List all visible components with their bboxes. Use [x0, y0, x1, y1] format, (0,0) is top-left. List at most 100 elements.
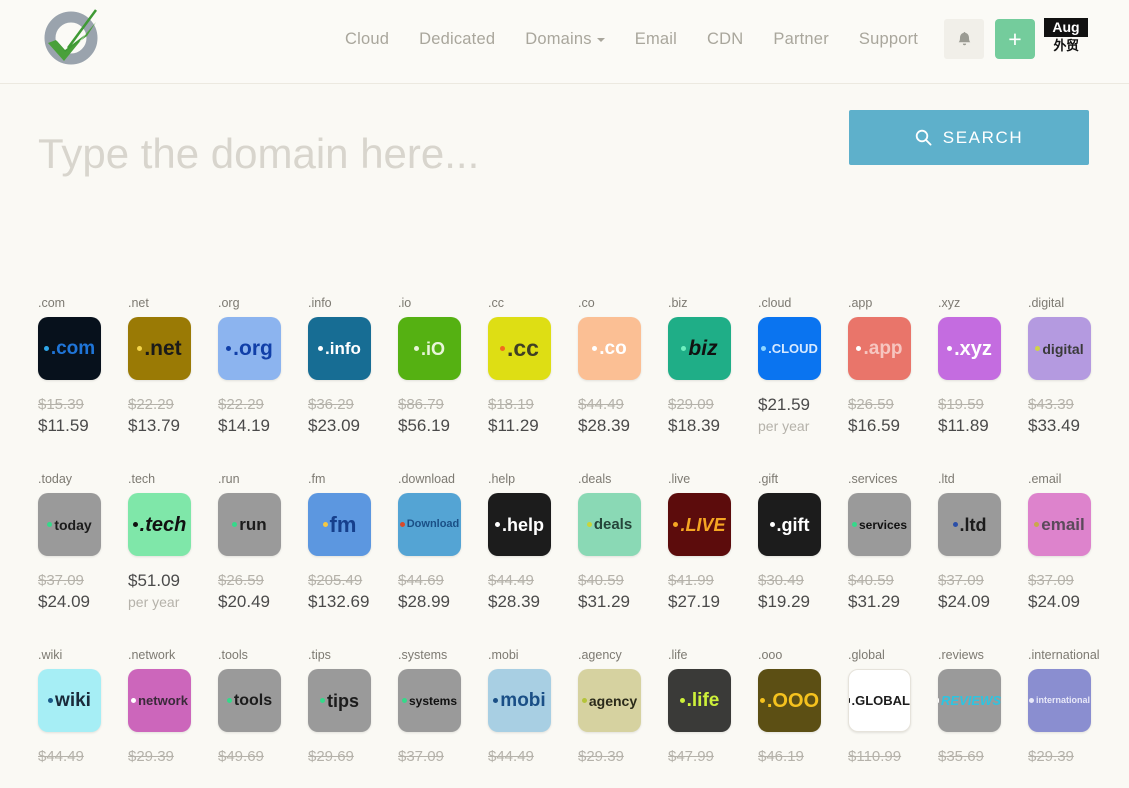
tld-logo-tile[interactable]: deals	[578, 493, 641, 556]
tld-logo-tile[interactable]: .OOO	[758, 669, 821, 732]
nav-item-partner[interactable]: Partner	[758, 26, 844, 52]
tld-prices: $51.09 per year	[128, 570, 218, 610]
tld-card[interactable]: .fm fm $205.49 $132.69	[308, 472, 398, 611]
notifications-button[interactable]	[944, 19, 984, 59]
tld-logo-tile[interactable]: digital	[1028, 317, 1091, 380]
search-input[interactable]	[38, 130, 818, 178]
tld-logo-tile[interactable]: REVIEWS	[938, 669, 1001, 732]
search-button[interactable]: SEARCH	[849, 110, 1089, 165]
tld-new-price: $31.29	[848, 592, 900, 611]
tld-logo-tile[interactable]: .GLOBAL	[848, 669, 911, 732]
tld-card[interactable]: .ltd .ltd $37.09 $24.09	[938, 472, 1028, 611]
tld-logo-tile[interactable]: biz	[668, 317, 731, 380]
tld-new-price: $24.09	[1028, 592, 1080, 611]
tld-card[interactable]: .co .co $44.49 $28.39	[578, 296, 668, 435]
tld-card[interactable]: .today today $37.09 $24.09	[38, 472, 128, 611]
tld-logo-tile[interactable]: wiki	[38, 669, 101, 732]
tld-logo-tile[interactable]: email	[1028, 493, 1091, 556]
tld-logo-tile[interactable]: .org	[218, 317, 281, 380]
tld-card[interactable]: .life .life $47.99	[668, 648, 758, 786]
tld-logo-tile[interactable]: .com	[38, 317, 101, 380]
tld-card[interactable]: .cloud .CLOUD $21.59 per year	[758, 296, 848, 434]
tld-logo-tile[interactable]: tips	[308, 669, 371, 732]
tld-old-price: $26.59	[218, 572, 264, 589]
tld-logo-tile[interactable]: .ltd	[938, 493, 1001, 556]
tld-logo-tile[interactable]: .life	[668, 669, 731, 732]
tld-card[interactable]: .tools tools $49.69	[218, 648, 308, 786]
tld-name: .live	[668, 472, 691, 486]
tld-card[interactable]: .cc .cc $18.19 $11.29	[488, 296, 578, 435]
tld-logo-text: .CLOUD	[768, 341, 818, 356]
tld-card[interactable]: .download Download $44.69 $28.99	[398, 472, 488, 611]
tld-card[interactable]: .info .info $36.29 $23.09	[308, 296, 398, 435]
tld-logo-tile[interactable]: today	[38, 493, 101, 556]
tld-card[interactable]: .com .com $15.39 $11.59	[38, 296, 128, 435]
tld-card[interactable]: .xyz .xyz $19.59 $11.89	[938, 296, 1028, 435]
tld-card[interactable]: .live .LIVE $41.99 $27.19	[668, 472, 758, 611]
tld-logo-tile[interactable]: .CLOUD	[758, 317, 821, 380]
tld-card[interactable]: .app .app $26.59 $16.59	[848, 296, 938, 435]
tld-card[interactable]: .gift .gift $30.49 $19.29	[758, 472, 848, 611]
tld-card[interactable]: .help .help $44.49 $28.39	[488, 472, 578, 611]
tld-card[interactable]: .tech .tech $51.09 per year	[128, 472, 218, 610]
tld-card[interactable]: .global .GLOBAL $110.99	[848, 648, 938, 786]
tld-prices: $29.39	[1028, 746, 1118, 786]
tld-new-price: $24.09	[38, 592, 90, 611]
tld-card[interactable]: .agency agency $29.39	[578, 648, 668, 786]
tld-card[interactable]: .email email $37.09 $24.09	[1028, 472, 1118, 611]
tld-logo-tile[interactable]: systems	[398, 669, 461, 732]
tld-logo-tile[interactable]: run	[218, 493, 281, 556]
tld-card[interactable]: .deals deals $40.59 $31.29	[578, 472, 668, 611]
tld-logo-tile[interactable]: international	[1028, 669, 1091, 732]
tld-card[interactable]: .io .iO $86.79 $56.19	[398, 296, 488, 435]
tld-logo-tile[interactable]: mobi	[488, 669, 551, 732]
tld-card[interactable]: .net .net $22.29 $13.79	[128, 296, 218, 435]
tld-card[interactable]: .wiki wiki $44.49	[38, 648, 128, 786]
tld-card[interactable]: .biz biz $29.09 $18.39	[668, 296, 758, 435]
nav-item-email[interactable]: Email	[620, 26, 692, 52]
nav-item-cdn[interactable]: CDN	[692, 26, 758, 52]
tld-card[interactable]: .services services $40.59 $31.29	[848, 472, 938, 611]
tld-card[interactable]: .tips tips $29.69	[308, 648, 398, 786]
tld-card[interactable]: .mobi mobi $44.49	[488, 648, 578, 786]
tld-logo-tile[interactable]: network	[128, 669, 191, 732]
site-logo[interactable]	[38, 8, 106, 74]
tld-logo-tile[interactable]: .tech	[128, 493, 191, 556]
tld-logo-dot	[401, 698, 407, 703]
add-button[interactable]: +	[995, 19, 1035, 59]
tld-logo-tile[interactable]: .cc	[488, 317, 551, 380]
tld-logo-tile[interactable]: .iO	[398, 317, 461, 380]
tld-logo-dot	[399, 522, 405, 527]
bell-icon	[958, 31, 970, 45]
tld-card[interactable]: .systems systems $37.09	[398, 648, 488, 786]
nav-item-cloud[interactable]: Cloud	[345, 26, 404, 52]
tld-logo-tile[interactable]: .xyz	[938, 317, 1001, 380]
tld-card[interactable]: .ooo .OOO $46.19	[758, 648, 848, 786]
tld-logo-tile[interactable]: fm	[308, 493, 371, 556]
tld-logo-tile[interactable]: tools	[218, 669, 281, 732]
tld-logo-tile[interactable]: .app	[848, 317, 911, 380]
tld-card[interactable]: .run run $26.59 $20.49	[218, 472, 308, 611]
tld-logo-tile[interactable]: .help	[488, 493, 551, 556]
tld-logo-tile[interactable]: .info	[308, 317, 371, 380]
tld-card[interactable]: .network network $29.39	[128, 648, 218, 786]
tld-card[interactable]: .international international $29.39	[1028, 648, 1118, 786]
tld-logo-tile[interactable]: Download	[398, 493, 461, 556]
nav-item-support[interactable]: Support	[844, 26, 933, 52]
nav-label: Cloud	[345, 30, 390, 48]
tld-card[interactable]: .digital digital $43.39 $33.49	[1028, 296, 1118, 435]
tld-logo-text: REVIEWS	[941, 693, 1001, 708]
nav-item-dedicated[interactable]: Dedicated	[404, 26, 510, 52]
tld-logo-tile[interactable]: .LIVE	[668, 493, 731, 556]
tld-logo-tile[interactable]: .net	[128, 317, 191, 380]
tld-old-price: $26.59	[848, 396, 894, 413]
tld-new-price: $13.79	[128, 416, 180, 435]
tld-price-grid: .com .com $15.39 $11.59 .net .net $22.29 $13.79…	[38, 296, 1100, 786]
tld-logo-tile[interactable]: agency	[578, 669, 641, 732]
nav-item-domains[interactable]: Domains	[510, 26, 620, 52]
tld-logo-tile[interactable]: .co	[578, 317, 641, 380]
tld-logo-tile[interactable]: .gift	[758, 493, 821, 556]
tld-logo-tile[interactable]: services	[848, 493, 911, 556]
tld-card[interactable]: .org .org $22.29 $14.19	[218, 296, 308, 435]
tld-card[interactable]: .reviews REVIEWS $35.69	[938, 648, 1028, 786]
